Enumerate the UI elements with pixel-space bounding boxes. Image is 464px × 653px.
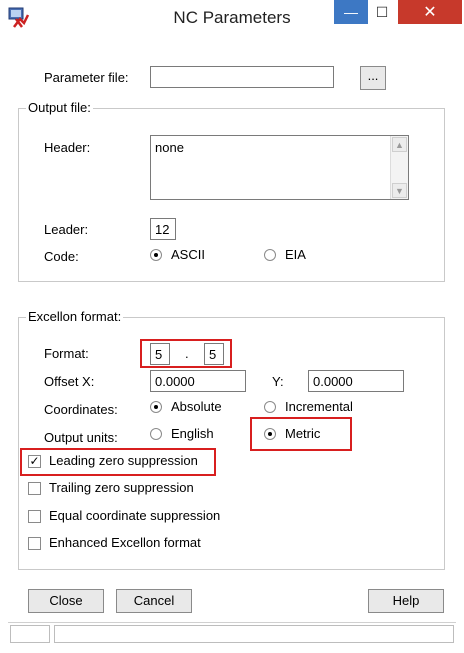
scroll-down-icon[interactable]: ▼	[392, 183, 407, 198]
browse-button[interactable]: ...	[360, 66, 386, 90]
leader-input[interactable]	[150, 218, 176, 240]
coordinates-absolute-label: Absolute	[171, 399, 222, 414]
code-label: Code:	[44, 249, 79, 264]
coordinates-label: Coordinates:	[44, 402, 118, 417]
format-integer-input[interactable]	[150, 343, 170, 365]
coordinates-incremental-label: Incremental	[285, 399, 353, 414]
header-scrollbar[interactable]: ▲ ▼	[390, 136, 408, 199]
offset-y-label: Y:	[272, 374, 284, 389]
code-eia-label: EIA	[285, 247, 306, 262]
code-ascii-radio[interactable]	[150, 249, 162, 261]
cancel-button[interactable]: Cancel	[116, 589, 192, 613]
coordinates-absolute-radio[interactable]	[150, 401, 162, 413]
code-eia-radio[interactable]	[264, 249, 276, 261]
trailing-zero-checkbox[interactable]	[28, 482, 41, 495]
format-decimal-input[interactable]	[204, 343, 224, 365]
coordinates-incremental-radio[interactable]	[264, 401, 276, 413]
nc-parameters-window: NC Parameters — ☐ ✕ Parameter file: ... …	[0, 0, 464, 653]
header-label: Header:	[44, 140, 91, 155]
header-textarea-text: none	[155, 140, 184, 155]
units-english-radio[interactable]	[150, 428, 162, 440]
equal-coordinate-label: Equal coordinate suppression	[49, 508, 221, 523]
format-separator: .	[185, 346, 189, 361]
minimize-button[interactable]: —	[334, 0, 368, 24]
leader-label: Leader:	[44, 222, 89, 237]
equal-coordinate-checkbox[interactable]	[28, 510, 41, 523]
status-bar	[8, 622, 456, 645]
output-units-label: Output units:	[44, 430, 118, 445]
parameter-file-label: Parameter file:	[44, 70, 129, 85]
status-pane-1	[10, 625, 50, 643]
enhanced-excellon-checkbox[interactable]	[28, 537, 41, 550]
close-button[interactable]: Close	[28, 589, 104, 613]
units-english-label: English	[171, 426, 214, 441]
units-metric-label: Metric	[285, 426, 321, 441]
title-bar: NC Parameters — ☐ ✕	[0, 0, 464, 36]
code-ascii-label: ASCII	[171, 247, 205, 262]
maximize-icon: ☐	[375, 3, 389, 20]
parameter-file-input[interactable]	[150, 66, 334, 88]
close-icon: ✕	[423, 4, 437, 21]
offset-x-input[interactable]	[150, 370, 246, 392]
help-button[interactable]: Help	[368, 589, 444, 613]
header-textarea[interactable]: none ▲ ▼	[150, 135, 409, 200]
offset-x-label: Offset X:	[44, 374, 95, 389]
close-window-button[interactable]: ✕	[398, 0, 462, 24]
leading-zero-label: Leading zero suppression	[49, 453, 198, 468]
maximize-button[interactable]: ☐	[368, 0, 396, 24]
units-metric-radio[interactable]	[264, 428, 276, 440]
minimize-icon: —	[344, 4, 358, 20]
enhanced-excellon-label: Enhanced Excellon format	[49, 535, 201, 550]
trailing-zero-label: Trailing zero suppression	[49, 480, 194, 495]
output-file-group-title: Output file:	[26, 100, 93, 115]
status-pane-2	[54, 625, 454, 643]
excellon-format-group-title: Excellon format:	[26, 309, 124, 324]
scroll-up-icon[interactable]: ▲	[392, 137, 407, 152]
format-label: Format:	[44, 346, 89, 361]
offset-y-input[interactable]	[308, 370, 404, 392]
leading-zero-checkbox[interactable]: ✓	[28, 455, 41, 468]
